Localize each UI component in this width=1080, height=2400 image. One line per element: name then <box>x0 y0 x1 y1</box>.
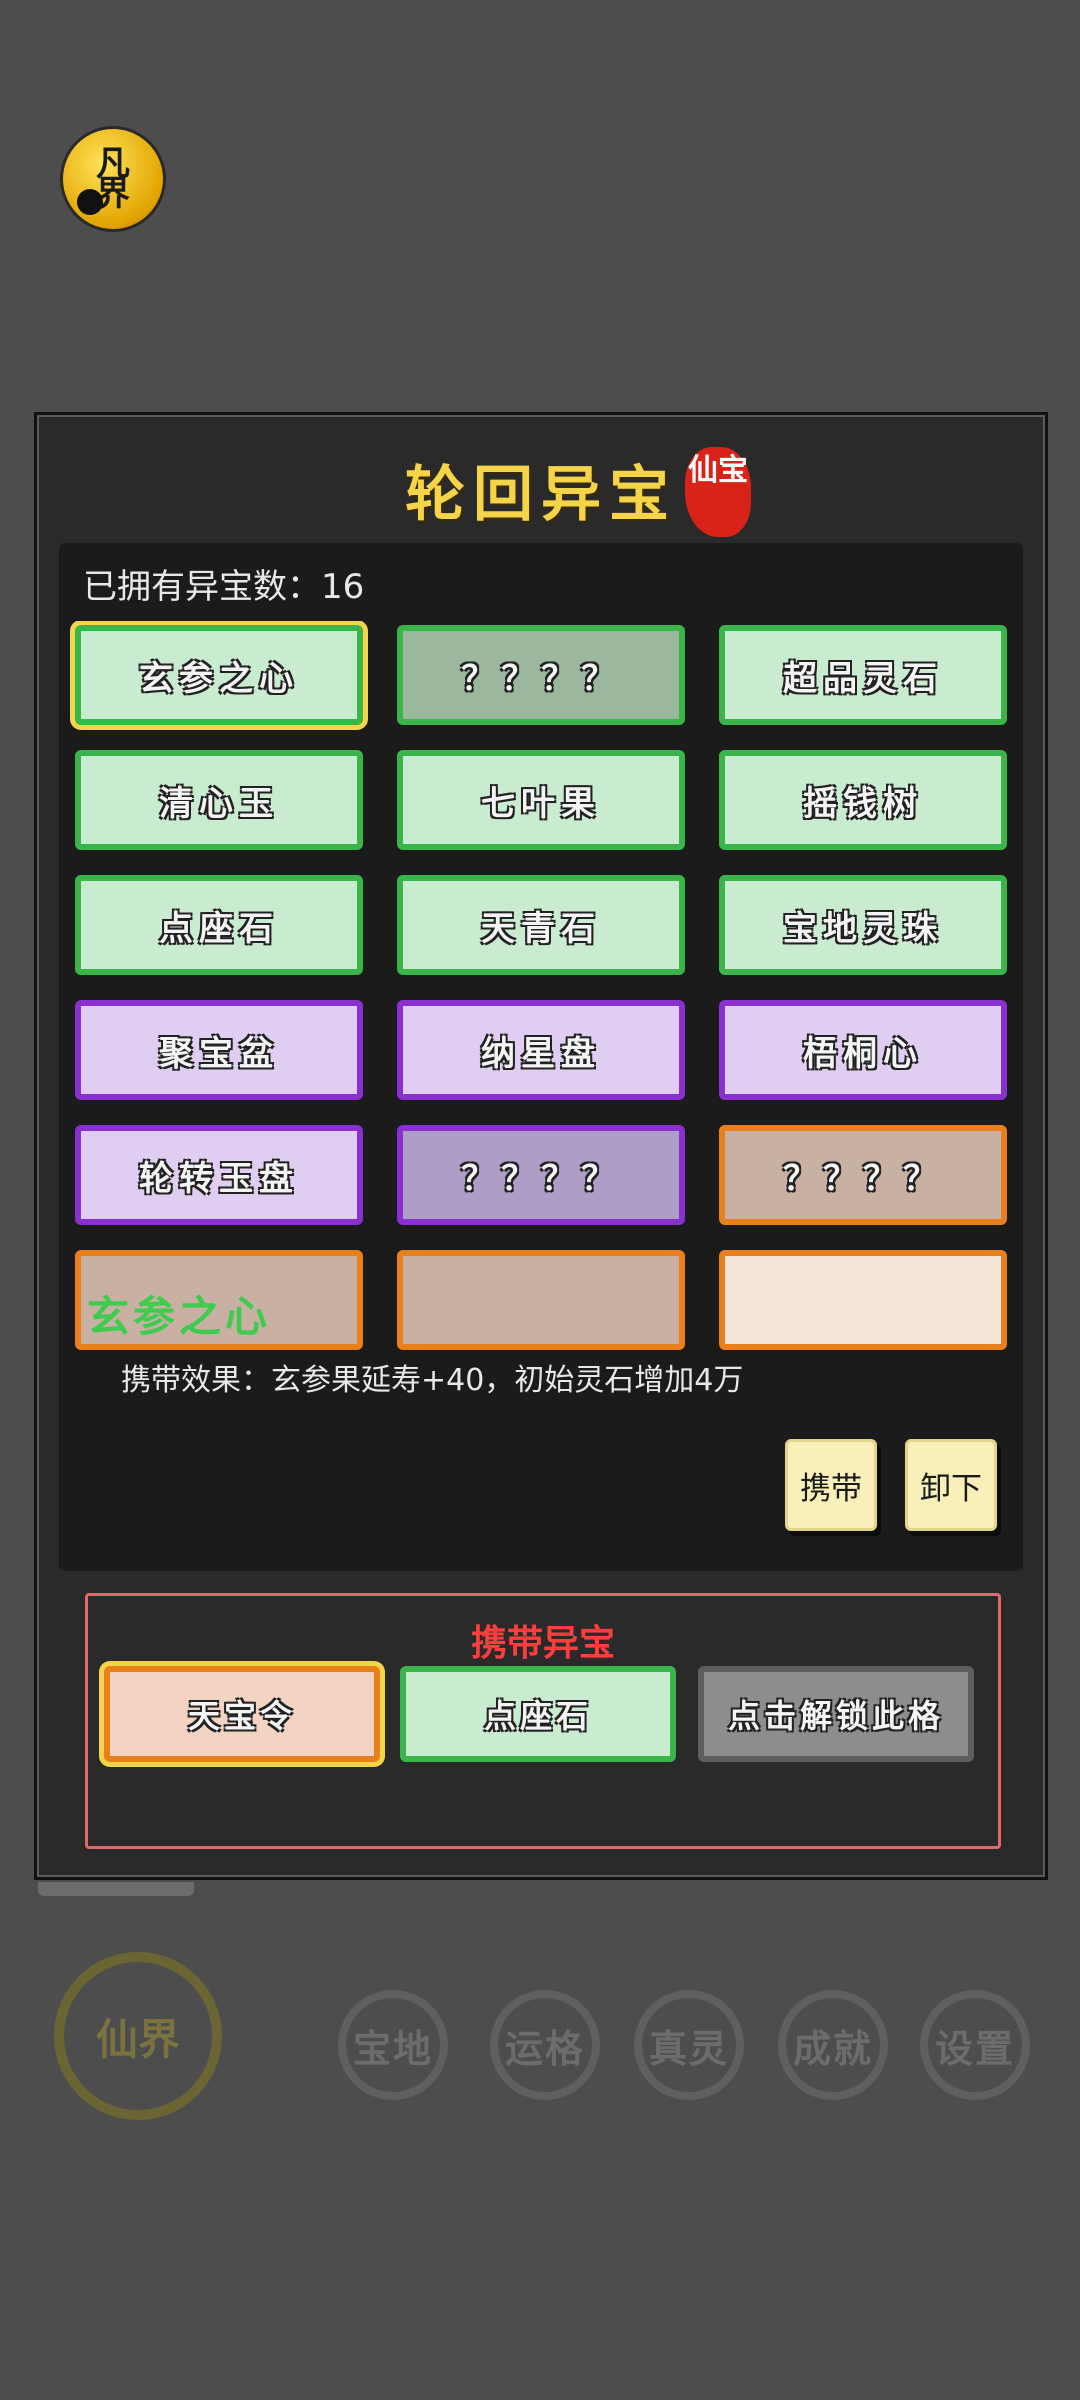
treasure-slot[interactable]: 点座石 <box>75 875 363 975</box>
treasure-slot[interactable]: ？？？？ <box>397 1125 685 1225</box>
treasure-slot[interactable]: 玄参之心 <box>75 625 363 725</box>
treasure-slot[interactable]: ？？？？ <box>397 625 685 725</box>
panel-title: 轮回异宝 <box>405 460 677 530</box>
seal-stamp-icon: 仙宝 <box>685 447 751 537</box>
treasure-slot[interactable]: 超品灵石 <box>719 625 1007 725</box>
carry-section: 携带异宝 天宝令 点座石 点击解锁此格 <box>85 1593 1001 1849</box>
treasure-slot[interactable]: 摇钱树 <box>719 750 1007 850</box>
treasure-slot[interactable]: 纳星盘 <box>397 1000 685 1100</box>
nav-item-true-spirit[interactable]: 真灵 <box>634 1990 744 2100</box>
nav-item-fortune[interactable]: 运格 <box>490 1990 600 2100</box>
detail-treasure-effect: 携带效果：玄参果延寿+40，初始灵石增加4万 <box>121 1363 744 1398</box>
treasure-slot[interactable]: 七叶果 <box>397 750 685 850</box>
carry-title: 携带异宝 <box>470 1623 615 1664</box>
treasure-slot[interactable] <box>719 1250 1007 1350</box>
panel-header: 轮回异宝 <box>37 445 1045 545</box>
treasure-inner-area: 已拥有异宝数：16 玄参之心 ？？？？ 超品灵石 清心玉 七叶果 摇钱树 点座石… <box>59 543 1023 1571</box>
unlock-slot-button[interactable]: 点击解锁此格 <box>698 1666 974 1762</box>
detail-treasure-name: 玄参之心 <box>87 1292 272 1341</box>
owned-count: 已拥有异宝数：16 <box>83 567 365 607</box>
nav-item-achievements[interactable]: 成就 <box>778 1990 888 2100</box>
treasure-slot[interactable] <box>397 1250 685 1350</box>
nav-immortal-realm[interactable]: 仙界 <box>54 1952 222 2120</box>
unload-button[interactable]: 卸下 <box>905 1439 997 1531</box>
realm-badge-icon[interactable]: 凡界 <box>60 126 166 232</box>
treasure-slot[interactable]: 清心玉 <box>75 750 363 850</box>
panel-tab-edge <box>38 1882 194 1896</box>
carry-slot[interactable]: 点座石 <box>400 1666 676 1762</box>
treasure-slot[interactable]: ？？？？ <box>719 1125 1007 1225</box>
gourd-icon <box>77 189 103 215</box>
treasure-grid[interactable]: 玄参之心 ？？？？ 超品灵石 清心玉 七叶果 摇钱树 点座石 天青石 宝地灵珠 … <box>59 621 1023 1355</box>
nav-item-settings[interactable]: 设置 <box>920 1990 1030 2100</box>
carry-slot[interactable]: 天宝令 <box>104 1666 380 1762</box>
treasure-slot[interactable]: 天青石 <box>397 875 685 975</box>
carry-button[interactable]: 携带 <box>785 1439 877 1531</box>
treasure-slot[interactable]: 轮转玉盘 <box>75 1125 363 1225</box>
treasure-slot[interactable]: 聚宝盆 <box>75 1000 363 1100</box>
nav-item-treasure-land[interactable]: 宝地 <box>338 1990 448 2100</box>
treasure-panel: 轮回异宝 仙宝 已拥有异宝数：16 玄参之心 ？？？？ 超品灵石 清心玉 七叶果… <box>34 412 1048 1880</box>
treasure-slot[interactable]: 宝地灵珠 <box>719 875 1007 975</box>
treasure-slot[interactable]: 梧桐心 <box>719 1000 1007 1100</box>
